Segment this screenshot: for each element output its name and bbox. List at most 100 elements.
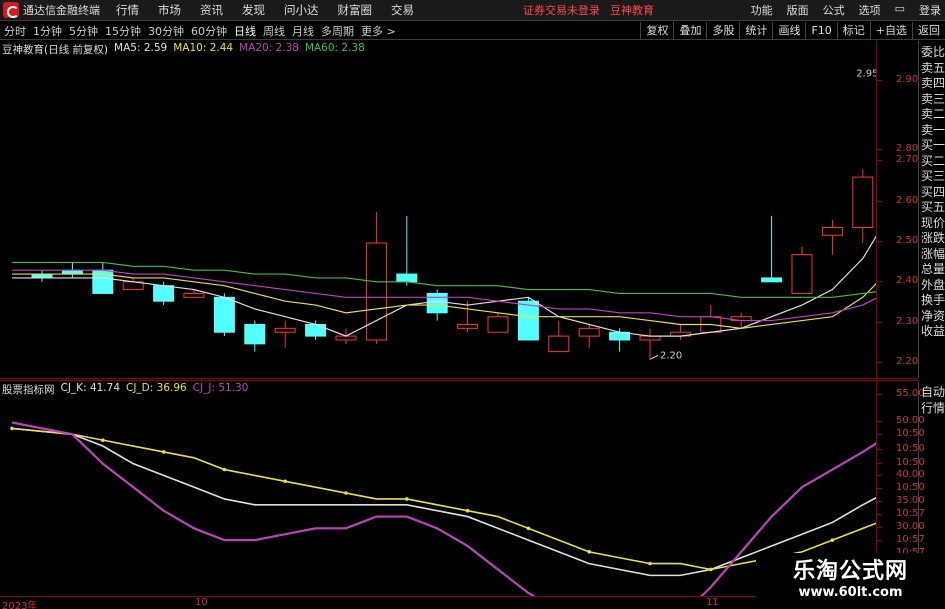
- menu-gongshi[interactable]: 公式: [823, 2, 845, 18]
- ind-point-cj-d: [648, 561, 652, 566]
- period-weekly[interactable]: 周线: [263, 23, 285, 39]
- tool-f10[interactable]: F10: [805, 22, 836, 40]
- side-sell4[interactable]: 卖四: [919, 76, 945, 92]
- date-label: 11: [706, 597, 719, 608]
- quote-sidebar: 委比 卖五 卖四 卖三 卖二 卖一 买一 买二 买三 买四 买五 现价 涨跌 涨…: [918, 41, 945, 378]
- period-monthly[interactable]: 月线: [292, 23, 314, 39]
- candle-down: [244, 323, 266, 345]
- ind-point-cj-d: [161, 450, 166, 454]
- low-pointer: [649, 354, 659, 360]
- menu-banmian[interactable]: 版面: [787, 2, 809, 18]
- price-tick: 2.70: [876, 154, 919, 165]
- candle-up: [457, 323, 479, 329]
- ind-line-cj-j: [11, 421, 876, 596]
- right-menu: 功能 版面 公式 选项 ▭ 登录: [737, 2, 941, 18]
- side-sell3[interactable]: 卖三: [919, 92, 945, 108]
- period-5min[interactable]: 5分钟: [69, 23, 98, 39]
- main-legend: 豆神教育(日线 前复权) MA5: 2.59 MA10: 2.44 MA20: …: [2, 42, 365, 57]
- chart-title: 豆神教育(日线 前复权): [2, 44, 109, 56]
- tool-tongji[interactable]: 统计: [739, 22, 772, 40]
- side-outer[interactable]: 外盘: [919, 278, 945, 294]
- date-axis: 2023年 10 11: [0, 596, 876, 609]
- side-auto[interactable]: 自动: [919, 385, 945, 401]
- period-30min[interactable]: 30分钟: [148, 23, 184, 39]
- tool-diejia[interactable]: 叠加: [673, 22, 706, 40]
- menu-faxian[interactable]: 发现: [242, 2, 265, 18]
- menu-xuanxiang[interactable]: 选项: [859, 2, 881, 18]
- date-label: 2023年: [2, 601, 38, 609]
- tool-fanhui[interactable]: 返回: [912, 22, 945, 40]
- candle-down: [153, 285, 175, 302]
- date-label: 10: [195, 597, 208, 608]
- legend-cj-k: CJ_K: 41.74: [60, 382, 121, 394]
- legend-ma60: MA60: 2.38: [304, 42, 365, 54]
- side-buy1[interactable]: 买一: [919, 138, 945, 154]
- period-multi[interactable]: 多周期: [321, 23, 354, 39]
- candle-up: [365, 242, 387, 341]
- period-more[interactable]: 更多 >: [361, 23, 396, 39]
- legend-ma5: MA5: 2.59: [114, 42, 168, 54]
- candle-down: [426, 292, 448, 314]
- stock-name-notice: 豆神教育: [610, 4, 654, 17]
- indicator-chart[interactable]: [0, 381, 876, 596]
- menu-hangqing[interactable]: 行情: [116, 2, 139, 18]
- menu-denglu[interactable]: 登录: [919, 2, 941, 18]
- legend-cj-j: CJ_J: 51.30: [192, 382, 249, 394]
- side-volume[interactable]: 总量: [919, 262, 945, 278]
- side-change-pct[interactable]: 涨幅: [919, 247, 945, 263]
- side-price[interactable]: 现价: [919, 216, 945, 232]
- side-net-assets[interactable]: 净资: [919, 309, 945, 325]
- menu-wenxiaoda[interactable]: 问小达: [284, 2, 319, 18]
- minimize-icon[interactable]: ▭: [895, 2, 905, 18]
- candle-up: [548, 335, 570, 353]
- ma-line-ma60: [12, 261, 876, 298]
- price-tick: 2.40: [876, 275, 919, 286]
- low-label: 2.20: [660, 350, 682, 361]
- tool-huaxian[interactable]: 画线: [772, 22, 805, 40]
- period-15min[interactable]: 15分钟: [105, 23, 141, 39]
- tool-zixuan[interactable]: +自选: [869, 22, 912, 40]
- side-earnings[interactable]: 收益: [919, 324, 945, 340]
- ind-line-cj-d: [11, 427, 876, 571]
- tool-duogu[interactable]: 多股: [706, 22, 739, 40]
- period-fenshi[interactable]: 分时: [4, 23, 26, 39]
- side-sell1[interactable]: 卖一: [919, 123, 945, 139]
- menu-caifuquan[interactable]: 财富圈: [338, 2, 373, 18]
- period-1min[interactable]: 1分钟: [33, 23, 62, 39]
- period-toolbar: 分时 1分钟 5分钟 15分钟 30分钟 60分钟 日线 周线 月线 多周期 更…: [0, 22, 945, 40]
- login-notice[interactable]: 证券交易未登录: [523, 2, 600, 18]
- watermark: 乐淘公式网 www.60lt.com: [756, 553, 945, 609]
- candle-up: [578, 327, 600, 337]
- ind-point-cj-d: [283, 479, 288, 484]
- side-buy2[interactable]: 买二: [919, 154, 945, 170]
- menu-jiaoyi[interactable]: 交易: [391, 2, 414, 18]
- side-weibi[interactable]: 委比: [919, 45, 945, 61]
- side-buy3[interactable]: 买三: [919, 169, 945, 185]
- tool-fuquan[interactable]: 复权: [640, 22, 673, 40]
- menu-zixun[interactable]: 资讯: [200, 2, 223, 18]
- ind-point-cj-d: [10, 426, 14, 431]
- candle-up: [274, 327, 296, 333]
- side-sell2[interactable]: 卖二: [919, 107, 945, 123]
- side-buy5[interactable]: 买五: [919, 200, 945, 216]
- ind-point-cj-d: [222, 467, 227, 472]
- side-buy4[interactable]: 买四: [919, 185, 945, 201]
- candle-up: [852, 176, 874, 229]
- period-60min[interactable]: 60分钟: [191, 23, 227, 39]
- period-daily[interactable]: 日线: [234, 23, 256, 39]
- candle-down: [517, 300, 539, 341]
- candle-down: [396, 273, 418, 283]
- menubar: 通达信金融终端 行情 市场 资讯 发现 问小达 财富圈 交易 证券交易未登录 豆…: [0, 0, 945, 21]
- candle-up: [183, 292, 205, 298]
- menu-gongneng[interactable]: 功能: [751, 2, 773, 18]
- side-quote[interactable]: 行情: [919, 401, 945, 417]
- side-turnover[interactable]: 换手: [919, 293, 945, 309]
- ind-point-cj-d: [830, 538, 835, 542]
- candle-up: [791, 254, 813, 294]
- side-change[interactable]: 涨跌: [919, 231, 945, 247]
- candle-down: [213, 296, 235, 333]
- tool-biaoji[interactable]: 标记: [836, 22, 870, 40]
- side-sell5[interactable]: 卖五: [919, 61, 945, 77]
- menu-shichang[interactable]: 市场: [158, 2, 181, 18]
- candlestick-chart[interactable]: 2.95 2.20: [0, 41, 876, 378]
